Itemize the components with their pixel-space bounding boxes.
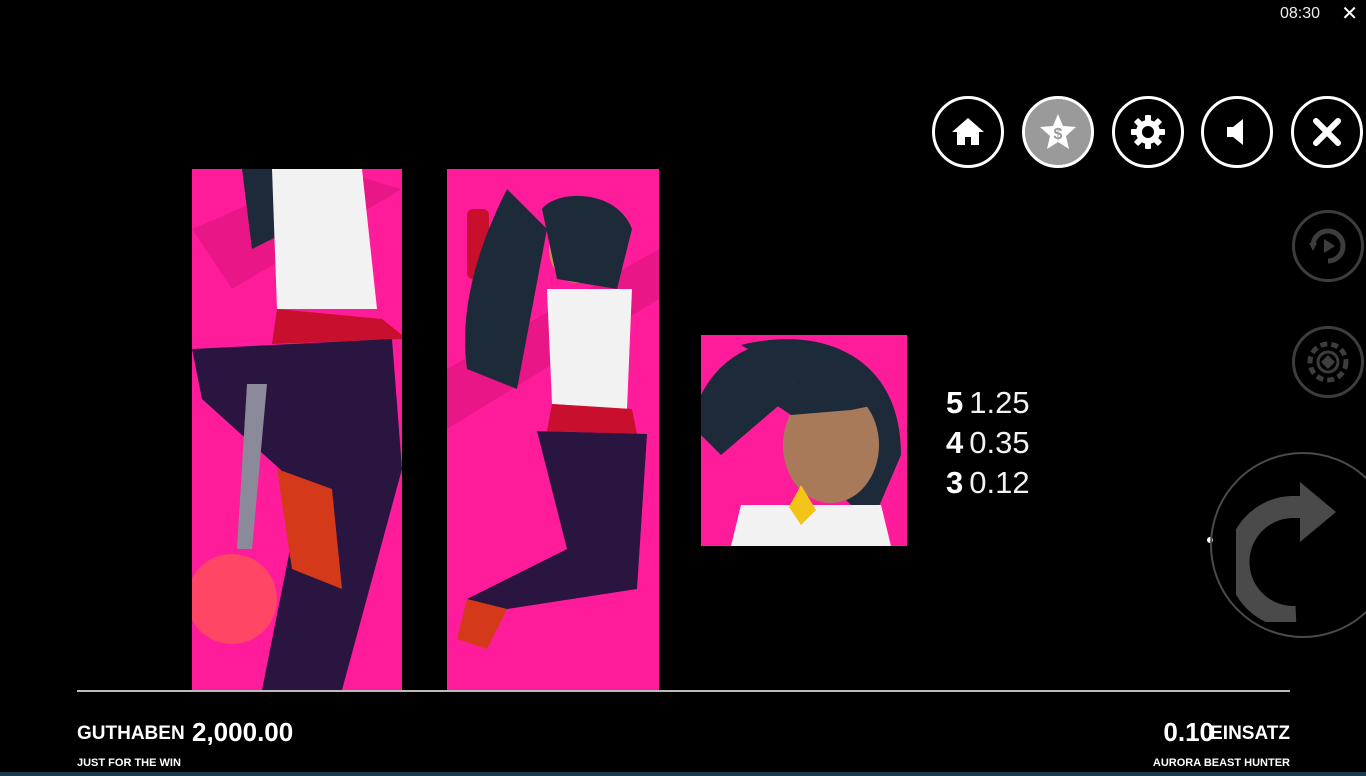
footer-divider (77, 690, 1290, 692)
bet-value[interactable]: 0.10 (1163, 717, 1214, 748)
character-full-body-panel-1 (192, 169, 402, 690)
pay-count: 3 (946, 465, 964, 500)
paytable-button[interactable]: $ (1022, 96, 1094, 168)
close-icon (1313, 118, 1341, 146)
bet-chip-button[interactable] (1292, 326, 1364, 398)
pay-value: 0.12 (969, 465, 1030, 500)
autoplay-button[interactable] (1292, 210, 1364, 282)
close-button[interactable] (1291, 96, 1363, 168)
close-window-icon[interactable]: ✕ (1341, 2, 1358, 26)
balance-value: 2,000.00 (192, 717, 294, 747)
spin-arrow-icon (1236, 482, 1336, 622)
game-name: AURORA BEAST HUNTER (1152, 757, 1290, 769)
star-dollar-icon: $ (1040, 114, 1076, 149)
paytable: 5 1.25 4 0.35 3 0.12 (946, 383, 1030, 503)
svg-text:$: $ (1054, 126, 1063, 143)
balance-label: GUTHABEN (77, 723, 185, 744)
home-icon (952, 118, 984, 145)
chip-icon (1307, 341, 1349, 383)
tagline: JUST FOR THE WIN (77, 757, 181, 769)
bet-label: EINSATZ (1210, 723, 1290, 744)
sound-button[interactable] (1201, 96, 1273, 168)
autoplay-icon (1309, 228, 1346, 264)
bottom-strip (0, 772, 1366, 776)
home-button[interactable] (932, 96, 1004, 168)
pay-count: 4 (946, 425, 964, 460)
paytable-row: 5 1.25 (946, 383, 1030, 423)
pay-value: 1.25 (969, 385, 1030, 420)
paytable-row: 4 0.35 (946, 423, 1030, 463)
character-full-body-panel-2 (447, 169, 659, 690)
gear-icon (1131, 115, 1165, 149)
clock: 08:30 (1279, 5, 1320, 22)
spin-button[interactable] (1210, 452, 1366, 638)
paytable-row: 3 0.12 (946, 463, 1030, 503)
speaker-icon (1227, 119, 1243, 145)
settings-button[interactable] (1112, 96, 1184, 168)
pay-count: 5 (946, 385, 964, 420)
pay-value: 0.35 (969, 425, 1030, 460)
character-portrait-symbol (701, 335, 907, 546)
